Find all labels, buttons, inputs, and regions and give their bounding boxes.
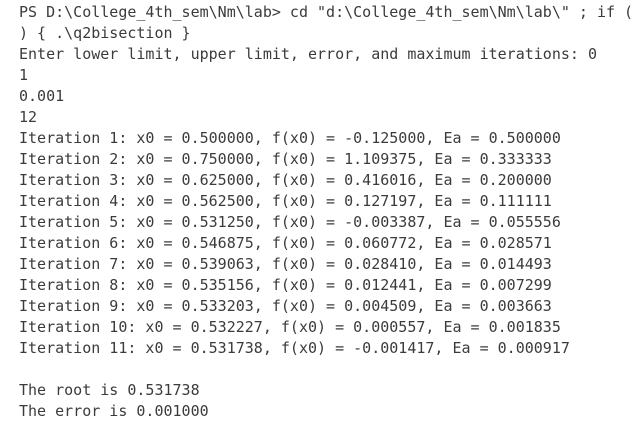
root-result: The root is 0.531738 — [19, 381, 200, 399]
iteration-line: Iteration 11: x0 = 0.531738, f(x0) = -0.… — [19, 339, 570, 357]
input-value-max-iterations: 12 — [19, 108, 38, 126]
error-result: The error is 0.001000 — [19, 402, 209, 420]
input-prompt: Enter lower limit, upper limit, error, a… — [19, 45, 597, 63]
terminal-output[interactable]: PS D:\College_4th_sem\Nm\lab> cd "d:\Col… — [0, 0, 633, 421]
iteration-line: Iteration 7: x0 = 0.539063, f(x0) = 0.02… — [19, 255, 552, 273]
iteration-line: Iteration 1: x0 = 0.500000, f(x0) = -0.1… — [19, 129, 561, 147]
iteration-line: Iteration 6: x0 = 0.546875, f(x0) = 0.06… — [19, 234, 552, 252]
input-value-error: 0.001 — [19, 87, 65, 105]
iteration-line: Iteration 8: x0 = 0.535156, f(x0) = 0.01… — [19, 276, 552, 294]
iteration-line: Iteration 5: x0 = 0.531250, f(x0) = -0.0… — [19, 213, 561, 231]
iteration-line: Iteration 4: x0 = 0.562500, f(x0) = 0.12… — [19, 192, 552, 210]
iteration-line: Iteration 9: x0 = 0.533203, f(x0) = 0.00… — [19, 297, 552, 315]
command-line: PS D:\College_4th_sem\Nm\lab> cd "d:\Col… — [19, 3, 633, 21]
input-value-upper-limit: 1 — [19, 66, 29, 84]
iteration-line: Iteration 2: x0 = 0.750000, f(x0) = 1.10… — [19, 150, 552, 168]
command-line-continuation: ) { .\q2bisection } — [19, 24, 191, 42]
terminal-lines: PS D:\College_4th_sem\Nm\lab> cd "d:\Col… — [19, 2, 633, 421]
iteration-line: Iteration 10: x0 = 0.532227, f(x0) = 0.0… — [19, 318, 561, 336]
iteration-line: Iteration 3: x0 = 0.625000, f(x0) = 0.41… — [19, 171, 552, 189]
